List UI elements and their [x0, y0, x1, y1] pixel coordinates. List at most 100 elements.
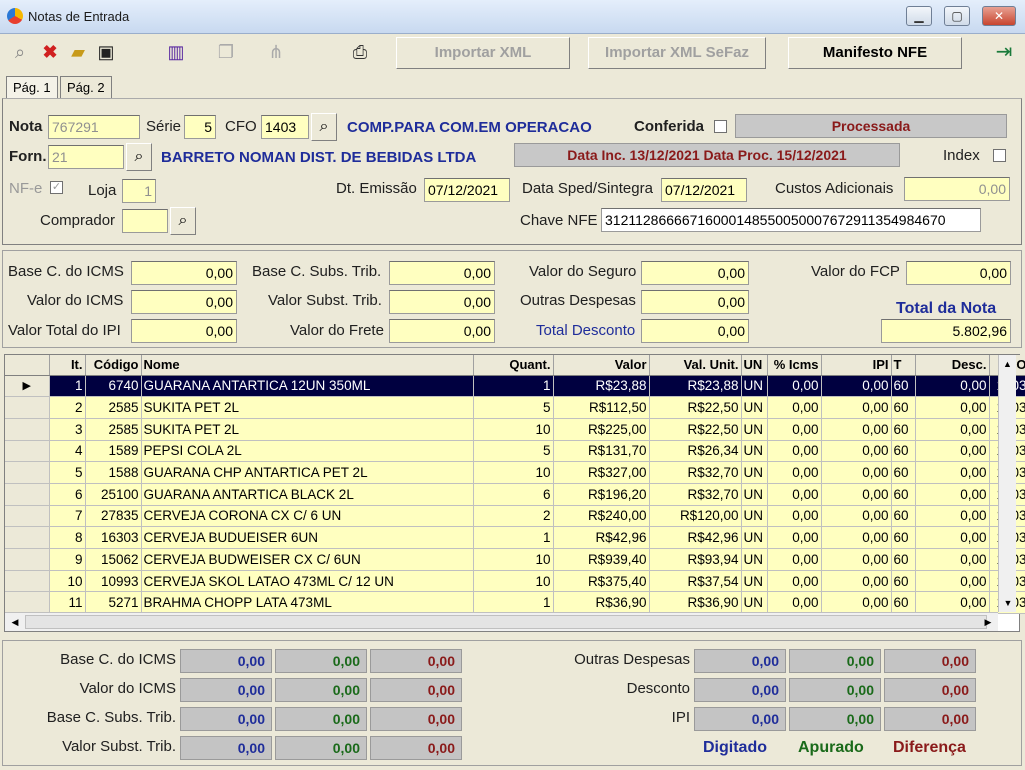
table-cell[interactable]: 2585: [85, 396, 142, 419]
table-cell[interactable]: UN: [741, 591, 768, 615]
nfe-checkbox[interactable]: ✓: [50, 181, 63, 194]
table-cell[interactable]: 0,00: [915, 375, 990, 398]
table-cell[interactable]: R$939,40: [553, 548, 650, 571]
scroll-up-icon[interactable]: ▲: [999, 355, 1016, 373]
column-header[interactable]: % Icms: [767, 355, 822, 376]
scroll-thumb[interactable]: [25, 615, 987, 629]
loja-field[interactable]: 1: [122, 179, 156, 203]
table-cell[interactable]: 0,00: [915, 591, 990, 615]
table-cell[interactable]: UN: [741, 570, 768, 593]
table-cell[interactable]: 60: [891, 548, 916, 571]
table-cell[interactable]: 15062: [85, 548, 142, 571]
exit-icon[interactable]: ⇥: [992, 40, 1016, 64]
table-cell[interactable]: 0,00: [821, 375, 892, 398]
dt-emissao-field[interactable]: 07/12/2021: [424, 178, 510, 202]
table-cell[interactable]: R$22,50: [649, 418, 742, 441]
table-cell[interactable]: R$112,50: [553, 396, 650, 419]
table-cell[interactable]: CERVEJA CORONA CX C/ 6 UN: [141, 505, 474, 528]
copy-icon[interactable]: ❐: [214, 40, 238, 64]
table-cell[interactable]: UN: [741, 483, 768, 506]
table-cell[interactable]: 10: [473, 570, 554, 593]
table-cell[interactable]: CERVEJA BUDWEISER CX C/ 6UN: [141, 548, 474, 571]
table-row[interactable]: 9 15062 CERVEJA BUDWEISER CX C/ 6UN 10 R$939…: [5, 548, 1025, 571]
table-cell[interactable]: R$26,34: [649, 440, 742, 463]
table-cell[interactable]: 2: [49, 396, 86, 419]
table-cell[interactable]: 5: [473, 440, 554, 463]
table-cell[interactable]: 0,00: [915, 505, 990, 528]
vertical-scrollbar[interactable]: ▲ ▼: [998, 355, 1016, 612]
table-cell[interactable]: 0,00: [821, 548, 892, 571]
column-header[interactable]: UN: [741, 355, 768, 376]
table-cell[interactable]: 0,00: [915, 440, 990, 463]
table-cell[interactable]: 60: [891, 461, 916, 484]
table-cell[interactable]: 0,00: [915, 570, 990, 593]
table-cell[interactable]: 8: [49, 526, 86, 549]
table-cell[interactable]: 1: [473, 526, 554, 549]
valor-icms-field[interactable]: 0,00: [131, 290, 237, 314]
table-cell[interactable]: R$23,88: [553, 375, 650, 398]
table-cell[interactable]: 6: [49, 483, 86, 506]
table-cell[interactable]: R$32,70: [649, 483, 742, 506]
table-cell[interactable]: 0,00: [767, 570, 822, 593]
scroll-left-icon[interactable]: ◀: [7, 613, 23, 631]
base-icms-field[interactable]: 0,00: [131, 261, 237, 285]
table-cell[interactable]: SUKITA PET 2L: [141, 396, 474, 419]
table-cell[interactable]: UN: [741, 461, 768, 484]
column-header[interactable]: Código: [85, 355, 142, 376]
table-cell[interactable]: 0,00: [915, 461, 990, 484]
total-desconto-field[interactable]: 0,00: [641, 319, 749, 343]
table-cell[interactable]: 0,00: [767, 375, 822, 398]
forn-field[interactable]: 21: [48, 145, 124, 169]
table-cell[interactable]: 11: [49, 591, 86, 615]
printer-icon[interactable]: ⎙: [348, 40, 372, 64]
table-cell[interactable]: R$196,20: [553, 483, 650, 506]
table-cell[interactable]: UN: [741, 505, 768, 528]
table-cell[interactable]: R$240,00: [553, 505, 650, 528]
column-header[interactable]: T: [891, 355, 916, 376]
total-nota-field[interactable]: 5.802,96: [881, 319, 1011, 343]
table-cell[interactable]: R$375,40: [553, 570, 650, 593]
table-cell[interactable]: UN: [741, 418, 768, 441]
table-cell[interactable]: 0,00: [821, 440, 892, 463]
search-supplier-icon[interactable]: ⌕: [126, 143, 152, 171]
table-cell[interactable]: GUARANA CHP ANTARTICA PET 2L: [141, 461, 474, 484]
table-row[interactable]: 4 1589 PEPSI COLA 2L 5 R$131,70 R$26,34 UN 0,00…: [5, 440, 1025, 463]
comprador-field[interactable]: [122, 209, 168, 233]
table-cell[interactable]: 1589: [85, 440, 142, 463]
binoculars-icon[interactable]: ⌕: [8, 40, 32, 64]
table-cell[interactable]: 2585: [85, 418, 142, 441]
maximize-button[interactable]: ▢: [944, 6, 970, 26]
table-cell[interactable]: 60: [891, 526, 916, 549]
table-cell[interactable]: SUKITA PET 2L: [141, 418, 474, 441]
ipi-total-field[interactable]: 0,00: [131, 319, 237, 343]
column-header[interactable]: Desc.: [915, 355, 990, 376]
table-row[interactable]: 7 27835 CERVEJA CORONA CX C/ 6 UN 2 R$240,00…: [5, 505, 1025, 528]
table-cell[interactable]: 1: [473, 591, 554, 615]
table-cell[interactable]: 60: [891, 591, 916, 615]
table-cell[interactable]: 60: [891, 418, 916, 441]
table-cell[interactable]: 1: [49, 375, 86, 398]
column-header[interactable]: Nome: [141, 355, 474, 376]
table-row[interactable]: 3 2585 SUKITA PET 2L 10 R$225,00 R$22,50 UN 0,0…: [5, 418, 1025, 441]
delete-icon[interactable]: ✖: [38, 40, 62, 64]
table-row[interactable]: 8 16303 CERVEJA BUDUEISER 6UN 1 R$42,96 R$42,…: [5, 526, 1025, 549]
table-cell[interactable]: 10993: [85, 570, 142, 593]
column-header[interactable]: It.: [49, 355, 86, 376]
table-cell[interactable]: 0,00: [767, 396, 822, 419]
table-cell[interactable]: UN: [741, 396, 768, 419]
table-cell[interactable]: 6740: [85, 375, 142, 398]
table-cell[interactable]: R$23,88: [649, 375, 742, 398]
table-cell[interactable]: R$225,00: [553, 418, 650, 441]
table-cell[interactable]: R$36,90: [553, 591, 650, 615]
table-cell[interactable]: BRAHMA CHOPP LATA 473ML: [141, 591, 474, 615]
table-cell[interactable]: 4: [49, 440, 86, 463]
table-cell[interactable]: 0,00: [767, 440, 822, 463]
table-cell[interactable]: UN: [741, 375, 768, 398]
table-row[interactable]: 11 5271 BRAHMA CHOPP LATA 473ML 1 R$36,90 R$3…: [5, 591, 1025, 615]
table-cell[interactable]: 0,00: [915, 483, 990, 506]
tab-pag-1[interactable]: Pág. 1: [6, 76, 58, 98]
table-row[interactable]: 6 25100 GUARANA ANTARTICA BLACK 2L 6 R$196,2…: [5, 483, 1025, 506]
search-buyer-icon[interactable]: ⌕: [170, 207, 196, 235]
table-cell[interactable]: UN: [741, 548, 768, 571]
table-cell[interactable]: GUARANA ANTARTICA BLACK 2L: [141, 483, 474, 506]
